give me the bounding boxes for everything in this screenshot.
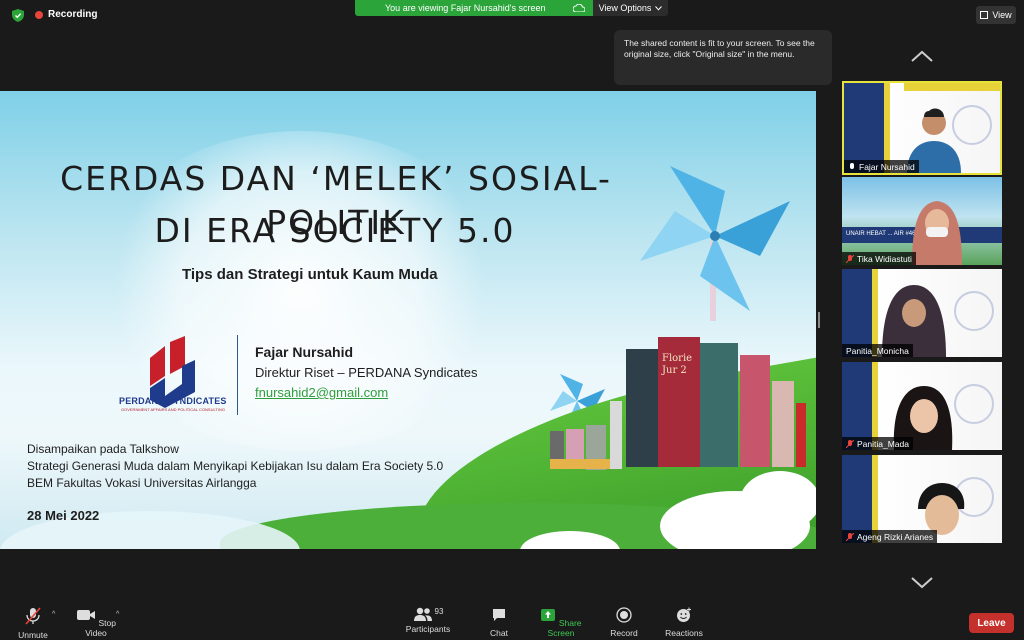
participant-tile-3[interactable]: Panitia_Monicha [842, 269, 1002, 357]
cloud-decoration [740, 471, 816, 531]
record-dot-icon [35, 10, 43, 19]
participants-label: Participants [405, 624, 451, 634]
chat-bubble-icon [493, 609, 505, 621]
view-options-label: View Options [598, 3, 652, 13]
share-screen-button[interactable]: Share Screen [532, 607, 590, 638]
participant-name-tag: Panitia_Monicha [842, 344, 913, 357]
talk-line1: Disampaikan pada Talkshow [27, 442, 179, 456]
participant-name-tag: Fajar Nursahid [844, 160, 919, 173]
books-image: Florie Jur 2 [550, 337, 806, 470]
participant-name-tag: Panitia_Mada [842, 437, 913, 450]
top-bar: Recording You are viewing Fajar Nursahid… [0, 0, 1024, 30]
unmute-label: Unmute [18, 630, 48, 640]
chat-label: Chat [490, 628, 508, 638]
muted-mic-icon [846, 439, 854, 448]
participant-tile-2[interactable]: UNAIR HEBAT ... AIR #465 Tika Widiastuti [842, 177, 1002, 265]
scroll-up-chevron-icon[interactable] [911, 50, 933, 62]
participant-name-tag: Tika Widiastuti [842, 252, 916, 265]
reactions-smiley-icon [677, 607, 691, 622]
participant-name: Panitia_Mada [857, 438, 909, 449]
banner-text: You are viewing Fajar Nursahid's screen [385, 3, 546, 13]
participant-name: Fajar Nursahid [859, 161, 915, 172]
participant-name: Panitia_Monicha [846, 345, 909, 356]
presenter-name: Fajar Nursahid [255, 344, 354, 360]
talk-line3: BEM Fakultas Vokasi Universitas Airlangg… [27, 476, 257, 490]
divider-line [237, 335, 238, 415]
fit-to-screen-tooltip: The shared content is fit to your screen… [614, 30, 832, 85]
participant-name-tag: Ageng Rizki Arianes [842, 530, 938, 543]
tooltip-text: The shared content is fit to your screen… [624, 38, 815, 59]
leave-button[interactable]: Leave [969, 613, 1014, 633]
scroll-down-chevron-icon[interactable] [911, 577, 933, 589]
reactions-button[interactable]: Reactions [661, 607, 707, 638]
cloud-icon [573, 4, 586, 12]
participants-count: 93 [434, 607, 444, 616]
record-icon [616, 607, 632, 623]
participant-tile-1[interactable]: Fajar Nursahid [842, 81, 1002, 175]
muted-mic-icon [846, 254, 854, 263]
share-screen-icon [541, 609, 556, 621]
presenter-role: Direktur Riset – PERDANA Syndicates [255, 365, 478, 380]
svg-text:Jur 2: Jur 2 [661, 365, 687, 376]
logo-tagline: GOVERNMENT AFFAIRS AND POLITICAL CONSULT… [121, 407, 225, 412]
participants-icon [413, 607, 432, 621]
participant-name: Tika Widiastuti [857, 253, 912, 264]
chevron-down-icon [655, 5, 663, 11]
video-camera-icon [77, 610, 96, 620]
participant-name: Ageng Rizki Arianes [857, 531, 934, 542]
stop-video-button[interactable]: Stop Video [72, 607, 120, 638]
muted-mic-icon [846, 532, 854, 541]
muted-mic-icon [25, 607, 41, 625]
reactions-label: Reactions [665, 628, 703, 638]
view-grid-icon [980, 11, 989, 19]
security-shield-icon[interactable] [12, 9, 24, 22]
meeting-toolbar: Unmute ^ Stop Video ^ 93 Participants Ch… [0, 602, 1024, 640]
video-options-caret-icon[interactable]: ^ [116, 611, 119, 618]
talkshow-info: Disampaikan pada Talkshow Strategi Gener… [27, 441, 443, 492]
record-button[interactable]: Record [607, 607, 641, 638]
participant-tile-4[interactable]: Panitia_Mada [842, 362, 1002, 450]
audio-options-caret-icon[interactable]: ^ [52, 611, 55, 618]
view-label: View [992, 10, 1012, 20]
screen-share-banner: You are viewing Fajar Nursahid's screen [355, 0, 593, 16]
chat-button[interactable]: Chat [486, 607, 512, 638]
panel-resize-handle[interactable] [818, 312, 820, 328]
university-seal-icon [954, 291, 994, 331]
unmute-button[interactable]: Unmute [14, 607, 52, 640]
logo-name: PERDANA SYNDICATES [119, 396, 227, 406]
slide-title-line2: DI ERA SOCIETY 5.0 [154, 211, 516, 250]
recording-indicator[interactable]: Recording [35, 9, 97, 20]
talk-line2: Strategi Generasi Muda dalam Menyikapi K… [27, 459, 444, 473]
svg-text:Florie: Florie [662, 353, 692, 364]
shared-screen[interactable]: Florie Jur 2 CERDAS DAN ‘MELEK’ SOSIAL-P… [0, 91, 816, 549]
recording-label: Recording [48, 9, 98, 20]
participants-button[interactable]: 93 Participants [402, 607, 454, 634]
record-label: Record [610, 628, 638, 638]
presenter-email-link[interactable]: fnursahid2@gmail.com [255, 385, 388, 400]
view-options-button[interactable]: View Options [593, 0, 668, 16]
participant-tile-5[interactable]: Ageng Rizki Arianes [842, 455, 1002, 543]
view-button[interactable]: View [976, 6, 1016, 24]
speaker-icon [850, 162, 854, 169]
slide-subtitle: Tips dan Strategi untuk Kaum Muda [182, 266, 438, 283]
slide-date: 28 Mei 2022 [27, 508, 100, 523]
